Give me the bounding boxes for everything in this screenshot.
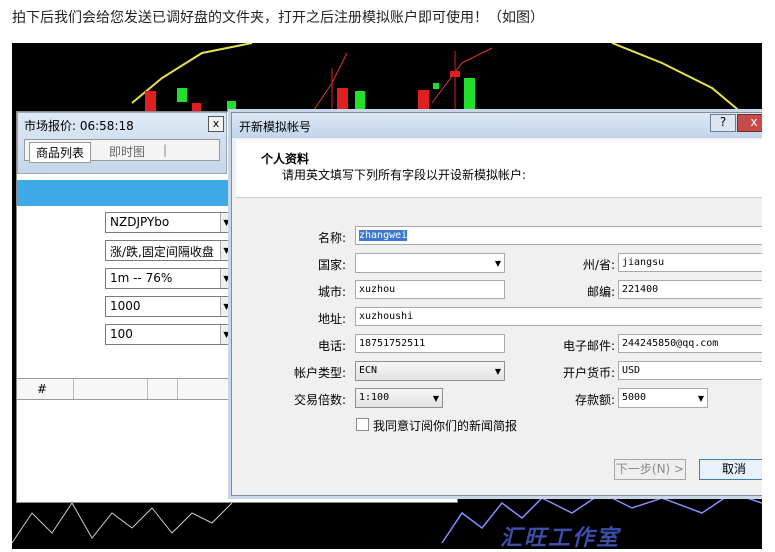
deposit-select[interactable]: 5000 ▼: [618, 388, 708, 408]
phone-label: 电话:: [317, 339, 346, 353]
account-type-label: 帐户类型:: [293, 366, 346, 380]
chevron-down-icon: ▼: [697, 394, 704, 403]
country-label: 国家:: [317, 258, 346, 272]
leverage-label: 交易倍数:: [293, 393, 346, 407]
new-demo-account-dialog: 开新模拟帐号 ? x 个人资料 请用英文填写下列所有字段以开设新模拟帐户: 名称…: [231, 112, 762, 496]
email-label: 电子邮件:: [562, 339, 615, 353]
help-icon[interactable]: ?: [710, 114, 736, 132]
count-select[interactable]: 100 ▼: [105, 324, 233, 345]
grid-header-hash: #: [37, 382, 48, 396]
intro-text: 拍下后我们会给您发送已调好盘的文件夹，打开之后注册模拟账户即可使用！（如图）: [12, 10, 544, 26]
count-select-value: 100: [110, 327, 133, 341]
chevron-down-icon: ▼: [494, 259, 501, 268]
name-label: 名称:: [317, 231, 346, 245]
city-field[interactable]: xuzhou: [355, 280, 505, 299]
next-button[interactable]: 下一步(N) >: [614, 459, 686, 480]
zip-value: 221400: [622, 284, 659, 295]
close-icon[interactable]: x: [737, 114, 762, 132]
currency-field[interactable]: USD: [618, 361, 762, 380]
chevron-down-icon: ▼: [432, 394, 439, 403]
section-title: 个人资料: [261, 152, 310, 166]
dialog-title: 开新模拟帐号: [239, 120, 312, 134]
state-field[interactable]: jiangsu: [618, 253, 762, 272]
timeframe-select[interactable]: 1m -- 76% ▼: [105, 268, 233, 289]
newsletter-checkbox[interactable]: [356, 418, 369, 431]
address-value: xuzhoushi: [359, 311, 414, 322]
leverage-value: 1:100: [359, 392, 390, 403]
close-icon[interactable]: x: [208, 116, 224, 132]
dialog-header: 个人资料 请用英文填写下列所有字段以开设新模拟帐户:: [236, 140, 762, 198]
state-label: 州/省:: [582, 258, 615, 272]
grid-col-divider: [177, 379, 178, 399]
country-select[interactable]: ▼: [355, 253, 505, 273]
phone-field[interactable]: 18751752511: [355, 334, 505, 353]
market-watch-tabs: 商品列表 即时图 |: [24, 139, 220, 163]
timeframe-select-value: 1m -- 76%: [110, 271, 173, 285]
tab-symbols[interactable]: 商品列表: [29, 142, 92, 163]
tab-separator: |: [163, 143, 168, 157]
newsletter-label: 我同意订阅你们的新闻简报: [373, 419, 518, 433]
grid-col-divider: [147, 379, 148, 399]
symbol-select-value: NZDJPYbo: [110, 215, 170, 229]
deposit-label: 存款额:: [574, 393, 615, 407]
mode-select-value: 涨/跌,固定间隔收盘: [110, 245, 214, 259]
zip-label: 邮编:: [586, 285, 615, 299]
zip-field[interactable]: 221400: [618, 280, 762, 299]
section-subtitle: 请用英文填写下列所有字段以开设新模拟帐户:: [282, 168, 527, 182]
screenshot-area: 汇旺工作室 市场报价: 06:58:18 x 商品列表 即时图 | NZDJPY…: [12, 43, 762, 549]
dialog-titlebar[interactable]: 开新模拟帐号 ? x: [232, 113, 762, 138]
currency-label: 开户货币:: [562, 366, 615, 380]
market-watch-titlebar[interactable]: 市场报价: 06:58:18 x 商品列表 即时图 |: [17, 112, 227, 174]
city-value: xuzhou: [359, 284, 396, 295]
name-value: zhangwei: [359, 230, 408, 241]
chevron-down-icon: ▼: [494, 367, 501, 376]
email-field[interactable]: 244245850@qq.com: [618, 334, 762, 353]
amount-select-value: 1000: [110, 299, 141, 313]
cancel-button[interactable]: 取消: [699, 459, 762, 480]
tab-tick-chart[interactable]: 即时图: [109, 143, 145, 160]
mode-select[interactable]: 涨/跌,固定间隔收盘 ▼: [105, 240, 233, 261]
currency-value: USD: [622, 365, 641, 376]
watermark: 汇旺工作室: [500, 526, 621, 549]
account-type-select[interactable]: ECN ▼: [355, 361, 505, 381]
grid-col-divider: [73, 379, 74, 399]
leverage-select[interactable]: 1:100 ▼: [355, 388, 443, 408]
email-value: 244245850@qq.com: [622, 338, 719, 349]
account-type-value: ECN: [359, 365, 378, 376]
symbol-select[interactable]: NZDJPYbo ▼: [105, 212, 233, 233]
city-label: 城市:: [317, 285, 346, 299]
state-value: jiangsu: [622, 257, 665, 268]
deposit-value: 5000: [622, 392, 647, 403]
market-watch-title: 市场报价: 06:58:18: [24, 119, 134, 133]
address-field[interactable]: xuzhoushi: [355, 307, 762, 326]
address-label: 地址:: [317, 312, 346, 326]
name-field[interactable]: zhangwei: [355, 226, 762, 245]
amount-select[interactable]: 1000 ▼: [105, 296, 233, 317]
phone-value: 18751752511: [359, 338, 426, 349]
